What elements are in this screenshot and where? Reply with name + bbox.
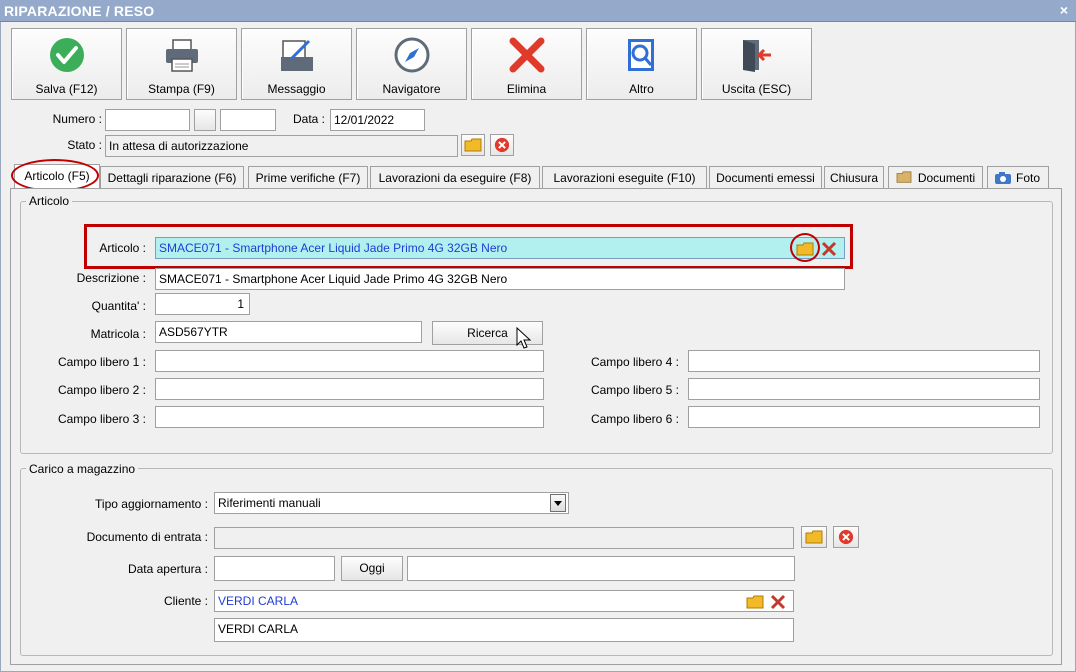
tab-lavorazioni-eseguite[interactable]: Lavorazioni eseguite (F10) bbox=[542, 166, 707, 189]
data-apertura-input[interactable] bbox=[214, 556, 335, 581]
data-apertura-label: Data apertura : bbox=[127, 562, 208, 576]
message-button-label: Messaggio bbox=[267, 82, 326, 96]
oggi-button[interactable]: Oggi bbox=[341, 556, 403, 581]
numero-lookup-button[interactable] bbox=[194, 109, 216, 131]
documento-clear-button[interactable] bbox=[833, 526, 859, 548]
exit-button-label: Uscita (ESC) bbox=[721, 82, 792, 96]
articolo-highlight-box bbox=[84, 224, 853, 269]
other-button[interactable]: Altro bbox=[586, 28, 697, 100]
magazzino-group-title: Carico a magazzino bbox=[26, 462, 139, 476]
campo-libero-5-input[interactable] bbox=[688, 378, 1040, 400]
campo-libero-5-label: Campo libero 5 : bbox=[590, 383, 679, 397]
stato-clear-button[interactable] bbox=[490, 134, 514, 156]
tipo-aggiornamento-label: Tipo aggiornamento : bbox=[95, 497, 208, 511]
cliente-folder-button[interactable] bbox=[745, 592, 765, 610]
tab-documenti-label: Documenti bbox=[917, 171, 976, 185]
tipo-aggiornamento-dropdown[interactable] bbox=[550, 494, 566, 512]
exit-door-icon bbox=[742, 40, 771, 72]
tab-dettagli-riparazione[interactable]: Dettagli riparazione (F6) bbox=[100, 166, 244, 189]
camera-icon bbox=[995, 172, 1011, 184]
tab-prime-verifiche[interactable]: Prime verifiche (F7) bbox=[248, 166, 368, 189]
campo-libero-4-input[interactable] bbox=[688, 350, 1040, 372]
clear-x-icon bbox=[770, 594, 786, 610]
descrizione-label: Descrizione : bbox=[76, 271, 146, 285]
cliente-clear-button[interactable] bbox=[768, 592, 788, 610]
print-button[interactable]: Stampa (F9) bbox=[126, 28, 237, 100]
tab-lavorazioni-da-eseguire[interactable]: Lavorazioni da eseguire (F8) bbox=[370, 166, 540, 189]
title-bar: RIPARAZIONE / RESO × bbox=[0, 0, 1076, 22]
tab-foto[interactable]: Foto bbox=[987, 166, 1049, 189]
quantita-input[interactable]: 1 bbox=[155, 293, 250, 315]
delete-button[interactable]: Elimina bbox=[471, 28, 582, 100]
tab-foto-label: Foto bbox=[1015, 171, 1040, 185]
folder-icon bbox=[746, 595, 764, 609]
message-icon bbox=[280, 39, 313, 71]
cliente-input[interactable]: VERDI CARLA bbox=[214, 590, 794, 612]
articolo-group-title: Articolo bbox=[26, 194, 73, 208]
tab-chiusura[interactable]: Chiusura bbox=[824, 166, 884, 189]
data-label: Data : bbox=[292, 112, 325, 126]
stato-folder-button[interactable] bbox=[461, 134, 485, 156]
documento-entrata-input[interactable] bbox=[214, 527, 794, 549]
cliente-label: Cliente : bbox=[163, 594, 208, 608]
delete-x-icon bbox=[509, 37, 544, 73]
print-button-label: Stampa (F9) bbox=[148, 82, 215, 96]
navigator-button[interactable]: Navigatore bbox=[356, 28, 467, 100]
cliente-name-display: VERDI CARLA bbox=[214, 618, 794, 642]
search-document-icon bbox=[627, 39, 654, 71]
campo-libero-6-input[interactable] bbox=[688, 406, 1040, 428]
close-icon[interactable]: × bbox=[1060, 2, 1068, 18]
save-button-label: Salva (F12) bbox=[35, 82, 98, 96]
folder-icon bbox=[896, 171, 912, 183]
matricola-input[interactable]: ASD567YTR bbox=[155, 321, 422, 343]
delete-button-label: Elimina bbox=[506, 82, 547, 96]
campo-libero-3-input[interactable] bbox=[155, 406, 544, 428]
campo-libero-2-label: Campo libero 2 : bbox=[57, 383, 146, 397]
save-button[interactable]: Salva (F12) bbox=[11, 28, 122, 100]
printer-icon bbox=[165, 39, 198, 72]
clear-circle-icon bbox=[838, 529, 854, 545]
folder-icon bbox=[805, 530, 823, 544]
tab-documenti-emessi[interactable]: Documenti emessi bbox=[709, 166, 822, 189]
exit-button[interactable]: Uscita (ESC) bbox=[701, 28, 812, 100]
chevron-down-icon bbox=[554, 501, 562, 506]
stato-label: Stato : bbox=[67, 138, 102, 152]
data-apertura-extra-input[interactable] bbox=[407, 556, 795, 581]
numero-suffix-input[interactable] bbox=[220, 109, 276, 131]
campo-libero-2-input[interactable] bbox=[155, 378, 544, 400]
message-button[interactable]: Messaggio bbox=[241, 28, 352, 100]
navigator-button-label: Navigatore bbox=[382, 82, 441, 96]
numero-input[interactable] bbox=[105, 109, 190, 131]
documento-entrata-label: Documento di entrata : bbox=[86, 530, 208, 544]
mouse-cursor-icon bbox=[516, 327, 532, 349]
folder-icon bbox=[464, 138, 482, 152]
quantita-label: Quantita' : bbox=[91, 299, 146, 313]
numero-label: Numero : bbox=[52, 112, 102, 126]
stato-input[interactable]: In attesa di autorizzazione bbox=[105, 135, 458, 157]
other-button-label: Altro bbox=[629, 82, 654, 96]
compass-icon bbox=[394, 37, 429, 73]
campo-libero-3-label: Campo libero 3 : bbox=[57, 412, 146, 426]
data-input[interactable]: 12/01/2022 bbox=[330, 109, 425, 131]
window-title: RIPARAZIONE / RESO bbox=[4, 3, 155, 19]
campo-libero-1-label: Campo libero 1 : bbox=[57, 355, 146, 369]
documento-folder-button[interactable] bbox=[801, 526, 827, 548]
campo-libero-1-input[interactable] bbox=[155, 350, 544, 372]
check-circle-icon bbox=[49, 38, 84, 72]
campo-libero-6-label: Campo libero 6 : bbox=[590, 412, 679, 426]
clear-circle-icon bbox=[494, 137, 510, 153]
campo-libero-4-label: Campo libero 4 : bbox=[590, 355, 679, 369]
tipo-aggiornamento-select[interactable]: Riferimenti manuali bbox=[214, 492, 569, 514]
tab-documenti[interactable]: Documenti bbox=[888, 166, 983, 189]
matricola-label: Matricola : bbox=[90, 327, 146, 341]
descrizione-input[interactable]: SMACE071 - Smartphone Acer Liquid Jade P… bbox=[155, 268, 845, 290]
